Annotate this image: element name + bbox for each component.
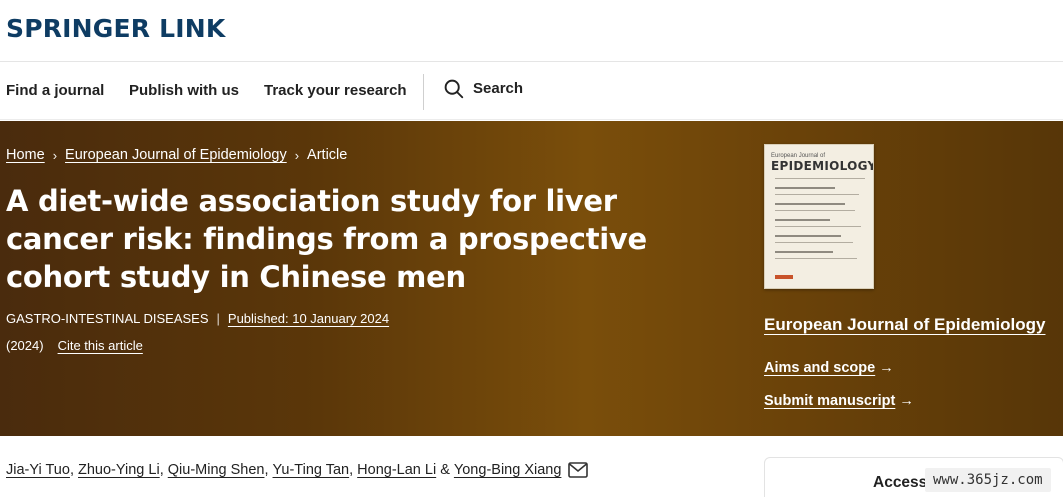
chevron-right-icon: › [52,147,58,163]
submit-manuscript-label: Submit manuscript [764,393,896,409]
journal-cover-image[interactable]: European Journal of EPIDEMIOLOGY [764,144,874,289]
publication-date: Published: 10 January 2024 [227,311,390,326]
cover-line [775,187,835,189]
author-separator: , [349,462,358,478]
breadcrumb-home[interactable]: Home [6,147,45,163]
cover-line [775,242,853,243]
author-link[interactable]: Qiu-Ming Shen [168,462,265,478]
aims-scope-link[interactable]: Aims and scope → [764,360,894,376]
cover-line [775,258,857,259]
article-year: (2024) [6,338,44,353]
search-button[interactable]: Search [443,78,523,99]
cover-line [775,251,833,253]
nav-find-journal[interactable]: Find a journal [6,82,104,99]
chevron-right-icon: › [294,147,300,163]
article-meta: GASTRO-INTESTINAL DISEASES | Published: … [6,311,389,326]
author-separator: , [159,462,168,478]
springer-link-logo[interactable]: SPRINGER LINK [6,14,225,43]
cover-line [775,226,861,227]
arrow-right-icon: → [899,393,914,409]
breadcrumb-current: Article [307,147,348,163]
cover-rule [775,178,865,179]
article-hero: Home › European Journal of Epidemiology … [0,121,1063,436]
watermark: www.365jz.com [925,468,1051,492]
search-icon [443,78,464,99]
breadcrumb-journal[interactable]: European Journal of Epidemiology [65,147,287,163]
cover-line [775,194,859,195]
author-link[interactable]: Hong-Lan Li [357,462,436,478]
mail-icon[interactable] [568,462,589,478]
article-meta-secondary: (2024) Cite this article [6,338,143,353]
header-bar: SPRINGER LINK [0,0,1063,62]
cover-publisher-mark [775,275,793,279]
nav-publish-with-us[interactable]: Publish with us [129,82,239,99]
cite-article-link[interactable]: Cite this article [58,338,143,353]
author-list: Jia-Yi Tuo , Zhuo-Ying Li , Qiu-Ming She… [6,462,589,478]
submit-manuscript-link[interactable]: Submit manuscript → [764,393,914,409]
meta-divider: | [216,311,220,326]
search-label: Search [473,80,524,97]
cover-line [775,219,830,221]
author-link[interactable]: Jia-Yi Tuo [6,462,70,478]
main-nav: Find a journal Publish with us Track you… [0,62,1063,120]
cover-line [775,210,855,211]
breadcrumb: Home › European Journal of Epidemiology … [6,147,347,163]
arrow-right-icon: → [879,360,894,376]
article-title: A diet-wide association study for liver … [6,184,647,294]
aims-scope-label: Aims and scope [764,360,876,376]
article-category: GASTRO-INTESTINAL DISEASES [6,311,209,326]
cover-line [775,203,845,205]
journal-name-link[interactable]: European Journal of Epidemiology [764,315,1045,335]
author-separator: , [264,462,273,478]
cover-line [775,235,841,237]
author-link[interactable]: Zhuo-Ying Li [78,462,160,478]
author-separator: & [436,462,454,478]
nav-divider [423,74,424,110]
nav-track-research[interactable]: Track your research [264,82,407,99]
cover-title: EPIDEMIOLOGY [771,159,874,173]
author-link[interactable]: Yu-Ting Tan [273,462,350,478]
author-separator: , [69,462,78,478]
author-link[interactable]: Yong-Bing Xiang [454,462,562,478]
